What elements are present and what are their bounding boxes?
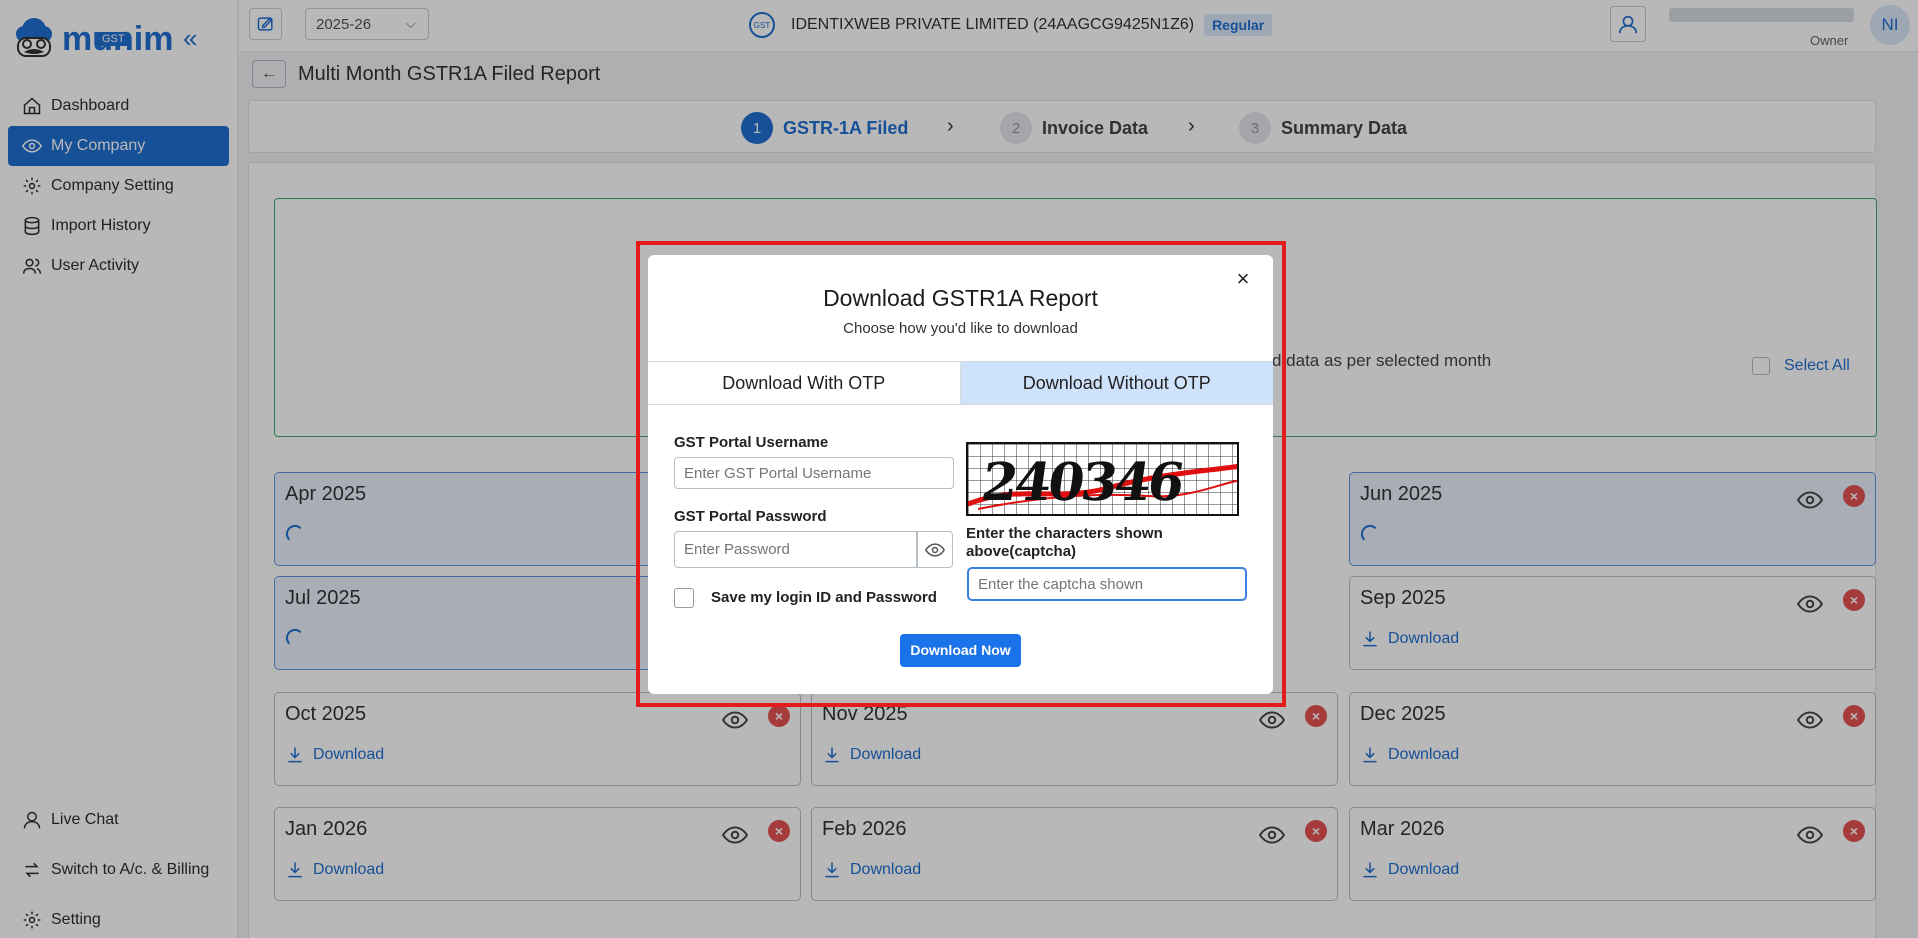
captcha-label: Enter the characters shown above(captcha…: [966, 525, 1163, 560]
modal-title: Download GSTR1A Report: [823, 285, 1098, 311]
gst-username-input[interactable]: [674, 457, 954, 489]
save-login-checkbox[interactable]: [674, 588, 694, 608]
tab-download-without-otp[interactable]: Download Without OTP: [960, 362, 1273, 404]
password-label: GST Portal Password: [674, 508, 827, 525]
download-mode-tabs: Download With OTP Download Without OTP: [648, 361, 1273, 405]
download-modal: × Download GSTR1A Report Choose how you'…: [648, 255, 1273, 694]
username-label: GST Portal Username: [674, 434, 829, 451]
show-password-eye-icon[interactable]: [916, 531, 953, 568]
download-now-button[interactable]: Download Now: [900, 634, 1021, 667]
captcha-image: 240346: [966, 442, 1239, 516]
gst-password-input[interactable]: [674, 531, 918, 568]
modal-subtitle: Choose how you'd like to download: [843, 320, 1078, 337]
captcha-text: 240346: [977, 452, 1186, 513]
captcha-input[interactable]: [968, 568, 1246, 600]
tab-download-with-otp[interactable]: Download With OTP: [648, 362, 961, 404]
save-login-label: Save my login ID and Password: [711, 589, 937, 606]
